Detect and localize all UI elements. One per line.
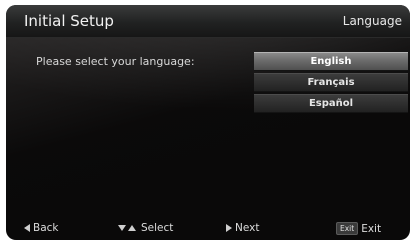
back-button[interactable]: Back xyxy=(24,222,59,234)
exit-label: Exit xyxy=(361,222,382,235)
left-arrow-icon xyxy=(24,224,30,232)
next-button[interactable]: Next xyxy=(226,222,259,234)
right-arrow-icon xyxy=(226,224,232,232)
language-option-french[interactable]: Français xyxy=(254,73,408,92)
select-button[interactable]: Select xyxy=(118,222,173,234)
header-bar: Initial Setup Language xyxy=(6,5,410,38)
next-label: Next xyxy=(235,222,260,234)
page-title: Initial Setup xyxy=(24,12,114,30)
language-list: English Français Español xyxy=(254,52,408,115)
exit-button[interactable]: Exit Exit xyxy=(336,222,381,235)
section-label: Language xyxy=(342,14,402,28)
up-down-arrows-icon xyxy=(118,225,136,231)
tv-screen: Initial Setup Language Please select you… xyxy=(6,5,410,240)
language-prompt: Please select your language: xyxy=(36,55,195,68)
footer-bar: Back Select Next Exit Exit xyxy=(6,219,410,240)
select-label: Select xyxy=(141,222,174,234)
language-option-english[interactable]: English xyxy=(254,52,408,71)
language-option-spanish[interactable]: Español xyxy=(254,94,408,113)
exit-key-icon: Exit xyxy=(336,222,359,235)
back-label: Back xyxy=(33,222,59,234)
